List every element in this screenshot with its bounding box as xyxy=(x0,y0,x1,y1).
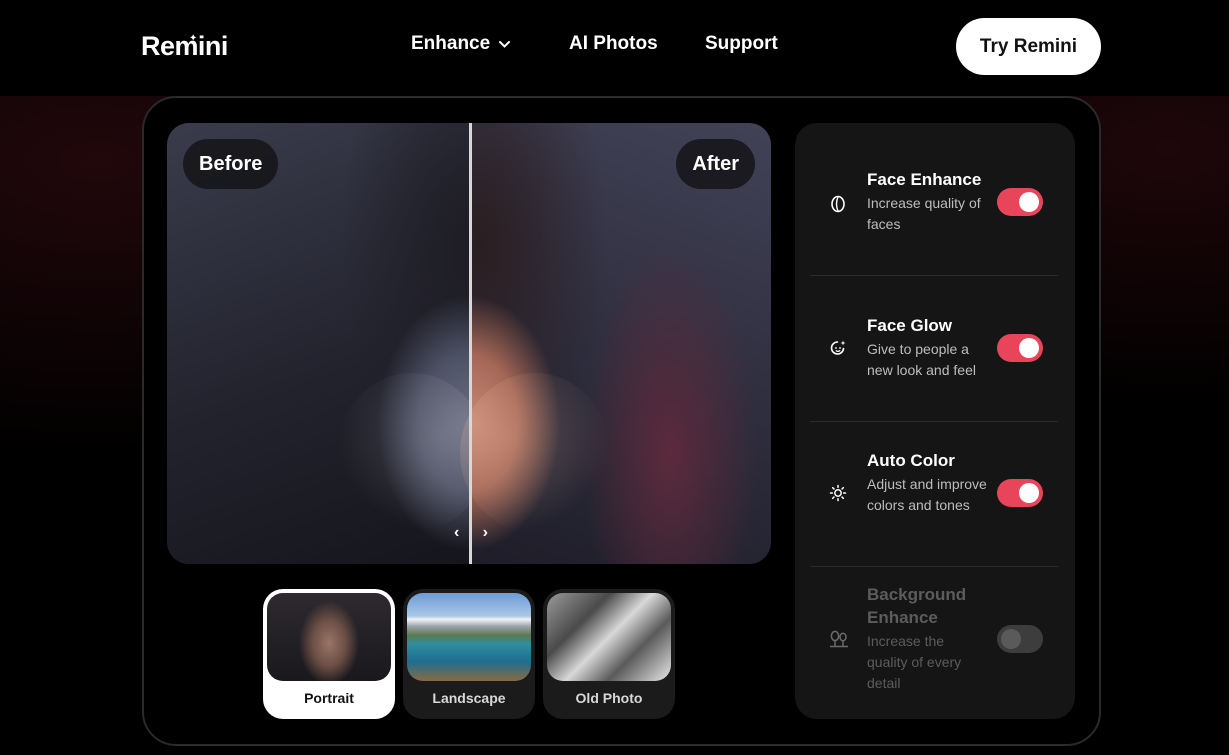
sample-landscape[interactable]: Landscape xyxy=(403,589,535,719)
comparison-divider[interactable] xyxy=(469,123,472,564)
face-enhance-desc: Increase quality of faces xyxy=(867,195,981,232)
auto-color-title: Auto Color xyxy=(867,451,955,470)
old-photo-thumbnail-image xyxy=(547,593,671,681)
chevron-left-icon: ‹ xyxy=(454,524,460,541)
background-enhance-desc: Increase the quality of every detail xyxy=(867,633,962,691)
face-glow-title: Face Glow xyxy=(867,316,953,335)
nav-ai-photos-label: AI Photos xyxy=(569,33,658,54)
before-image xyxy=(167,123,487,564)
sample-portrait[interactable]: Portrait xyxy=(263,589,395,719)
divider xyxy=(810,421,1058,422)
try-remini-button[interactable]: Try Remini xyxy=(956,18,1101,75)
nav-support-label: Support xyxy=(705,33,778,54)
logo-sparkle-icon: ✦ xyxy=(189,33,197,44)
after-face-highlight xyxy=(460,373,610,533)
enhance-settings-panel: Face Enhance Increase quality of faces F… xyxy=(795,123,1075,719)
after-image xyxy=(460,123,771,564)
face-glow-icon xyxy=(829,339,849,359)
nav-support[interactable]: Support xyxy=(705,33,778,55)
trees-icon xyxy=(829,630,849,650)
face-glow-toggle[interactable] xyxy=(997,334,1043,362)
toggle-knob xyxy=(1019,338,1039,358)
landscape-thumbnail-image xyxy=(407,593,531,681)
face-enhance-title: Face Enhance xyxy=(867,170,982,189)
nav-ai-photos[interactable]: AI Photos xyxy=(569,33,658,55)
sample-old-photo[interactable]: Old Photo xyxy=(543,589,675,719)
sun-icon xyxy=(829,484,849,504)
portrait-thumbnail-image xyxy=(267,593,391,681)
auto-color-toggle[interactable] xyxy=(997,479,1043,507)
divider xyxy=(810,275,1058,276)
background-enhance-toggle[interactable] xyxy=(997,625,1043,653)
before-after-comparison[interactable]: ‹ › Before After xyxy=(167,123,771,564)
before-label: Before xyxy=(183,139,279,189)
face-glow-desc: Give to people a new look and feel xyxy=(867,341,976,378)
toggle-knob xyxy=(1001,629,1021,649)
sample-landscape-label: Landscape xyxy=(432,690,506,706)
nav-enhance-label: Enhance xyxy=(411,33,491,54)
chevron-down-icon xyxy=(498,40,511,49)
nav-enhance[interactable]: Enhance xyxy=(411,33,511,55)
sample-portrait-label: Portrait xyxy=(304,690,354,706)
face-enhance-toggle[interactable] xyxy=(997,188,1043,216)
remini-logo[interactable]: Rem✦ini xyxy=(141,31,228,62)
divider xyxy=(810,566,1058,567)
chevron-right-icon: › xyxy=(482,524,488,541)
toggle-knob xyxy=(1019,192,1039,212)
background-enhance-title: Background Enhance xyxy=(867,585,967,627)
face-enhance-icon xyxy=(829,195,849,215)
after-label: After xyxy=(676,139,755,189)
toggle-knob xyxy=(1019,483,1039,503)
auto-color-desc: Adjust and improve colors and tones xyxy=(867,476,987,513)
sample-old-photo-label: Old Photo xyxy=(575,690,643,706)
slider-handle[interactable]: ‹ › xyxy=(454,523,488,543)
